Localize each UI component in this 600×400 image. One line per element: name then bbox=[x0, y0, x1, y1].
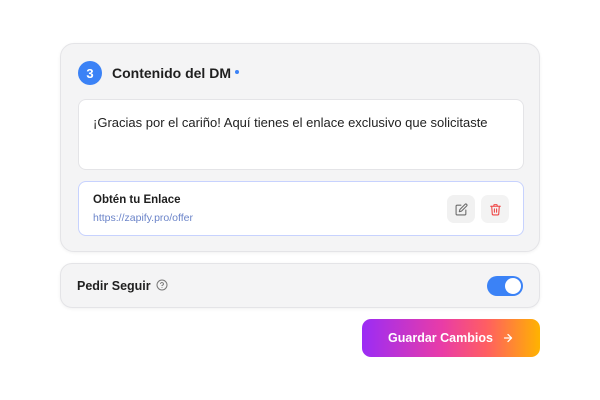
edit-link-button[interactable] bbox=[447, 195, 475, 223]
arrow-right-icon bbox=[503, 333, 513, 343]
toggle-knob bbox=[505, 278, 521, 294]
card-title: Contenido del DM bbox=[112, 65, 231, 81]
ask-follow-toggle[interactable] bbox=[487, 276, 523, 296]
ask-follow-label: Pedir Seguir bbox=[77, 279, 151, 293]
question-circle-icon[interactable] bbox=[156, 279, 168, 291]
delete-link-button[interactable] bbox=[481, 195, 509, 223]
save-button-label: Guardar Cambios bbox=[388, 331, 493, 345]
dm-content-card: 3 Contenido del DM ¡Gracias por el cariñ… bbox=[60, 43, 540, 252]
link-title: Obtén tu Enlace bbox=[93, 194, 181, 206]
step-number-badge: 3 bbox=[78, 61, 102, 85]
required-indicator bbox=[235, 70, 239, 74]
trash-icon bbox=[489, 203, 501, 215]
link-url[interactable]: https://zapify.pro/offer bbox=[93, 212, 193, 224]
pencil-square-icon bbox=[455, 202, 468, 215]
save-changes-button[interactable]: Guardar Cambios bbox=[362, 319, 540, 357]
link-item: Obtén tu Enlace https://zapify.pro/offer bbox=[78, 181, 524, 236]
ask-follow-card: Pedir Seguir bbox=[60, 263, 540, 308]
dm-message-textarea[interactable]: ¡Gracias por el cariño! Aquí tienes el e… bbox=[78, 99, 524, 170]
